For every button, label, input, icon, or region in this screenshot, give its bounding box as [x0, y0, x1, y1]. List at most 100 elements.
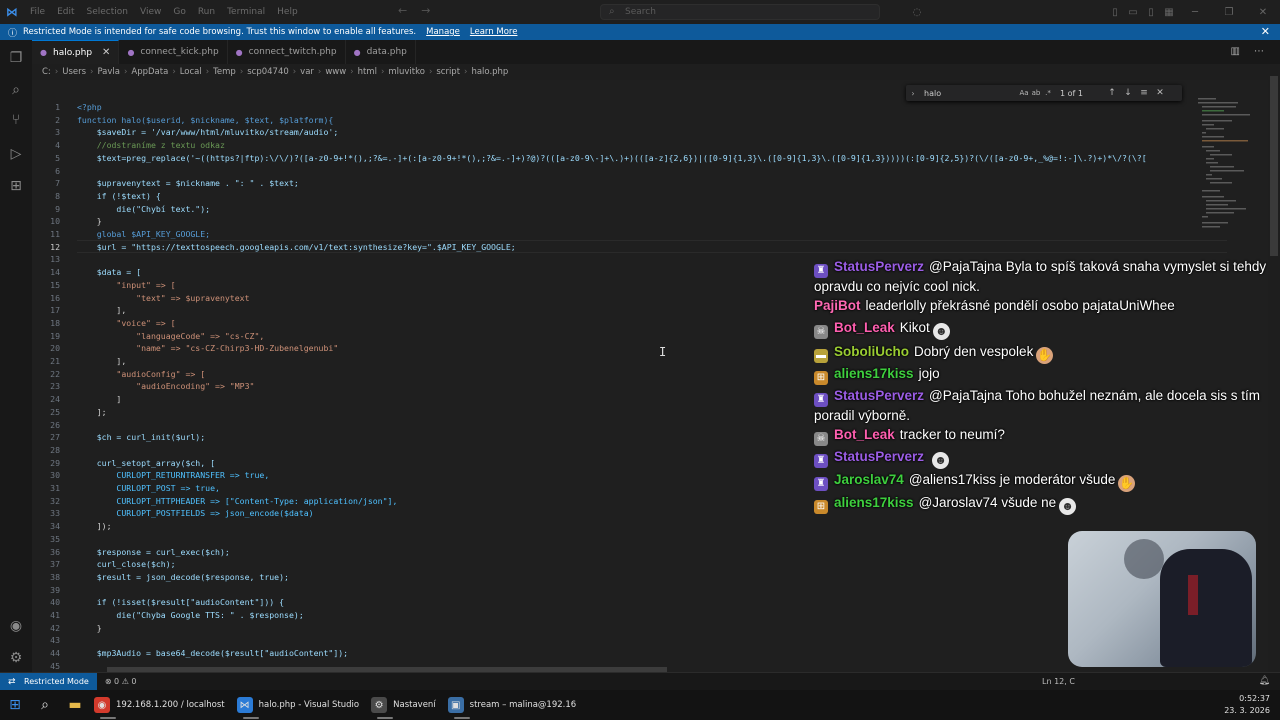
- code-text: }: [77, 216, 102, 227]
- restore-icon[interactable]: ❐: [1212, 7, 1246, 18]
- menu-item-selection[interactable]: Selection: [81, 7, 134, 17]
- forward-arrow-icon[interactable]: →: [421, 4, 430, 17]
- menu-item-edit[interactable]: Edit: [51, 7, 80, 17]
- toggle-replace-icon[interactable]: ›: [906, 89, 920, 98]
- extensions-icon[interactable]: ⊞: [6, 176, 26, 196]
- file-explorer-icon[interactable]: ▬: [60, 690, 90, 720]
- restricted-mode-indicator[interactable]: ⇄ Restricted Mode: [0, 673, 97, 690]
- more-actions-icon[interactable]: ⋯: [1254, 46, 1264, 57]
- learn-more-link[interactable]: Learn More: [470, 27, 518, 37]
- manage-link[interactable]: Manage: [426, 27, 460, 37]
- find-input[interactable]: halo: [920, 89, 1018, 98]
- line-number: 23: [50, 381, 60, 392]
- tab-connect_twitch-php[interactable]: ● connect_twitch.php: [228, 40, 346, 64]
- breadcrumb-item[interactable]: var: [300, 67, 314, 77]
- breadcrumb-item[interactable]: script: [436, 67, 460, 77]
- customize-layout-icon[interactable]: ▦: [1160, 7, 1178, 18]
- tab-halo-php[interactable]: ● halo.php ✕: [32, 40, 120, 64]
- close-window-icon[interactable]: ✕: [1246, 7, 1280, 18]
- menu-item-go[interactable]: Go: [167, 7, 191, 17]
- cursor-position[interactable]: Ln 12, C: [1042, 677, 1075, 686]
- line-number: 44: [50, 648, 60, 659]
- find-widget: › halo Aa ab .* 1 of 1 ↑ ↓ ≡ ✕: [906, 85, 1182, 101]
- menu-item-view[interactable]: View: [134, 7, 167, 17]
- breadcrumb-separator-icon: ›: [350, 67, 354, 77]
- run-debug-icon[interactable]: ▷: [6, 144, 26, 164]
- toggle-secondary-sidebar-icon[interactable]: ▯: [1142, 7, 1160, 18]
- chat-text: @Jaroslav74 všude ne: [918, 495, 1057, 510]
- regex-toggle[interactable]: .*: [1042, 89, 1054, 97]
- explorer-icon[interactable]: ❐: [6, 48, 26, 68]
- match-word-toggle[interactable]: ab: [1030, 89, 1042, 97]
- vertical-scrollbar[interactable]: [1270, 76, 1278, 256]
- close-find-icon[interactable]: ✕: [1152, 88, 1168, 98]
- breadcrumb-item[interactable]: mluvitko: [388, 67, 425, 77]
- taskbar-app-label: 192.168.1.200 / localhost: [116, 700, 225, 710]
- next-match-icon[interactable]: ↓: [1120, 88, 1136, 98]
- breadcrumb-item[interactable]: www: [325, 67, 346, 77]
- tab-label: halo.php: [52, 47, 93, 58]
- previous-match-icon[interactable]: ↑: [1104, 88, 1120, 98]
- copilot-icon[interactable]: ◌: [908, 7, 926, 18]
- find-in-selection-icon[interactable]: ≡: [1136, 88, 1152, 98]
- tab-label: data.php: [366, 47, 407, 57]
- code-line: 2 function halo($userid, $nickname, $text…: [32, 114, 1232, 127]
- command-center[interactable]: ⌕ Search: [600, 4, 880, 20]
- search-icon[interactable]: ⌕: [6, 80, 26, 100]
- chat-username: Bot_Leak: [834, 320, 895, 335]
- chat-message: ♜ Jaroslav74 @aliens17kiss je moderátor vš…: [814, 471, 1272, 492]
- remote-icon: ⇄: [8, 676, 16, 687]
- minimize-icon[interactable]: ─: [1178, 7, 1212, 18]
- code-line: 34 ]);: [32, 520, 1232, 533]
- line-number: 13: [50, 254, 60, 265]
- menu-item-help[interactable]: Help: [271, 7, 304, 17]
- streamer-silhouette: [1124, 539, 1164, 579]
- restricted-mode-banner: ⓘ Restricted Mode is intended for safe c…: [0, 24, 1280, 40]
- split-editor-icon[interactable]: ▥: [1231, 46, 1240, 57]
- code-text: CURLOPT_POSTFIELDS => json_encode($data): [77, 508, 314, 519]
- chat-message: ♜ StatusPerverz ☻: [814, 448, 1272, 469]
- breadcrumb-item[interactable]: Temp: [213, 67, 236, 77]
- breadcrumb-item[interactable]: Users: [62, 67, 86, 77]
- menu-item-terminal[interactable]: Terminal: [221, 7, 271, 17]
- breadcrumb-item[interactable]: C:: [42, 67, 51, 77]
- breadcrumb-item[interactable]: html: [358, 67, 377, 77]
- breadcrumb-item[interactable]: Pavla: [97, 67, 120, 77]
- breadcrumb-item[interactable]: scp04740: [247, 67, 289, 77]
- breadcrumb-item[interactable]: Local: [180, 67, 202, 77]
- code-line: 9 die("Chybí text.");: [32, 203, 1232, 216]
- taskbar-app[interactable]: ▣ stream – malina@192.16: [444, 690, 585, 720]
- php-file-icon: ●: [235, 47, 243, 57]
- toggle-panel-icon[interactable]: ▭: [1124, 7, 1142, 18]
- account-icon[interactable]: ◉: [6, 616, 26, 636]
- code-text: "languageCode" => "cs-CZ",: [77, 330, 265, 341]
- breadcrumb-item[interactable]: halo.php: [471, 67, 508, 77]
- toggle-primary-sidebar-icon[interactable]: ▯: [1106, 7, 1124, 18]
- windows-start-icon[interactable]: ⊞: [0, 690, 30, 720]
- code-text: $response = curl_exec($ch);: [77, 546, 230, 557]
- manage-gear-icon[interactable]: ⚙: [6, 648, 26, 668]
- system-clock[interactable]: 0:52:37 23. 3. 2026: [1224, 693, 1270, 717]
- breadcrumb-item[interactable]: AppData: [131, 67, 168, 77]
- tab-data-php[interactable]: ● data.php: [346, 40, 416, 64]
- taskbar-app[interactable]: ⋈ halo.php - Visual Studio: [233, 690, 368, 720]
- minimap[interactable]: [1196, 96, 1252, 236]
- tab-connect_kick-php[interactable]: ● connect_kick.php: [119, 40, 228, 64]
- line-number: 42: [50, 622, 60, 633]
- notifications-bell-icon[interactable]: 🔔︎: [1259, 676, 1270, 686]
- back-arrow-icon[interactable]: ←: [398, 4, 407, 17]
- close-tab-icon[interactable]: ✕: [102, 47, 110, 58]
- taskbar-app[interactable]: ⚙ Nastavení: [367, 690, 444, 720]
- code-line: 11 global $API_KEY_GOOGLE;: [32, 228, 1232, 241]
- menu-item-file[interactable]: File: [24, 7, 51, 17]
- match-case-toggle[interactable]: Aa: [1018, 89, 1030, 97]
- line-number: 3: [55, 127, 60, 138]
- problems-indicator[interactable]: ⊗ 0 ⚠ 0: [105, 677, 137, 686]
- line-number: 11: [50, 229, 60, 239]
- banner-close-icon[interactable]: ✕: [1261, 25, 1270, 38]
- search-icon[interactable]: ⌕: [30, 690, 60, 720]
- gaming-chair: [1160, 549, 1252, 667]
- taskbar-app[interactable]: ◉ 192.168.1.200 / localhost: [90, 690, 233, 720]
- source-control-icon[interactable]: ⑂: [6, 110, 26, 130]
- menu-item-run[interactable]: Run: [192, 7, 221, 17]
